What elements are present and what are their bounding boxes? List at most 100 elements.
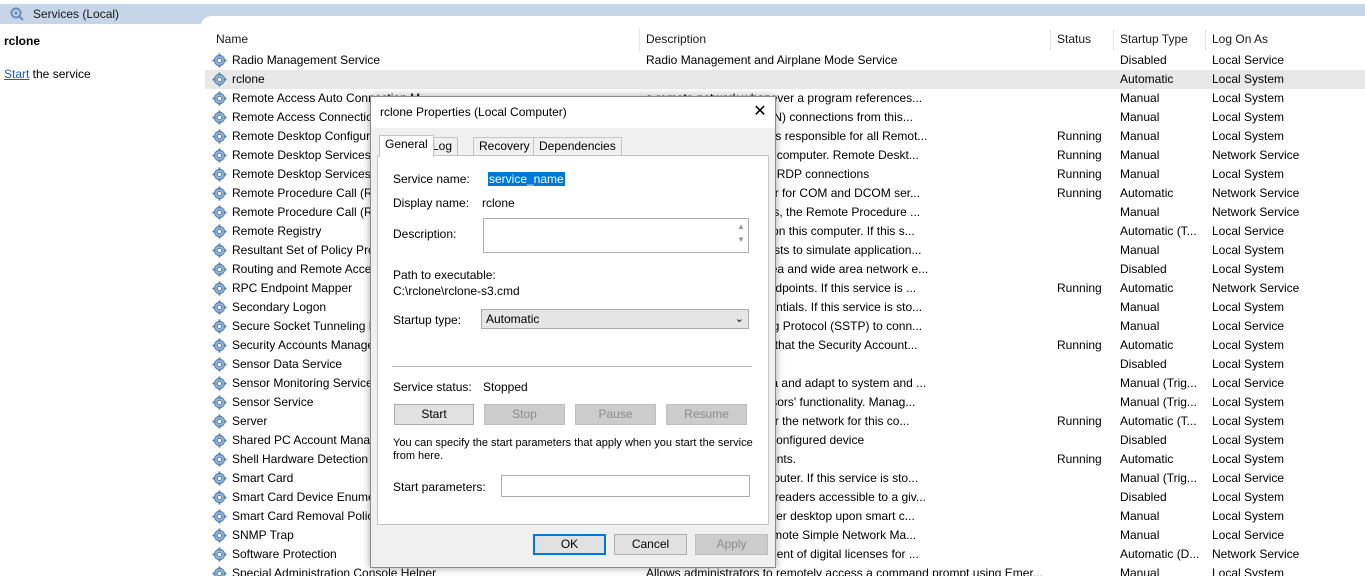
ok-button[interactable]: OK xyxy=(533,534,606,555)
service-status-cell xyxy=(1057,374,1117,393)
service-status-cell xyxy=(1057,260,1117,279)
service-name-label: Service name: xyxy=(393,172,470,186)
service-name-text: Sensor Service xyxy=(232,395,314,409)
service-log-on-as-cell: Network Service xyxy=(1212,205,1300,219)
service-startup-type-cell: Manual xyxy=(1120,148,1160,162)
service-name-text: Software Protection xyxy=(232,547,337,561)
pause-button[interactable]: Pause xyxy=(575,404,656,425)
service-status-cell xyxy=(1057,70,1117,89)
tab-recovery[interactable]: Recovery xyxy=(473,137,536,156)
start-button[interactable]: Start xyxy=(394,404,474,425)
column-header-status[interactable]: Status xyxy=(1051,29,1114,51)
service-name-text: Secure Socket Tunneling P xyxy=(232,319,377,333)
service-name-text: Resultant Set of Policy Pro xyxy=(232,243,375,257)
start-service-link[interactable]: Start xyxy=(4,67,29,81)
service-status-cell xyxy=(1057,222,1117,241)
service-log-on-as-cell: Local System xyxy=(1212,72,1285,86)
display-name-value[interactable]: rclone xyxy=(482,196,515,210)
service-gear-icon xyxy=(212,72,227,87)
list-header: ^ Name Description Status Startup Type L… xyxy=(205,29,1365,51)
cancel-button[interactable]: Cancel xyxy=(614,534,687,555)
service-gear-icon xyxy=(212,414,227,429)
service-row[interactable]: rclone Automatic Local System xyxy=(205,70,1365,89)
service-action: Start the service xyxy=(4,67,91,81)
service-startup-type-cell: Automatic xyxy=(1120,72,1174,86)
dialog-titlebar: rclone Properties (Local Computer) ✕ xyxy=(371,97,775,128)
column-header-description[interactable]: Description xyxy=(640,29,1051,51)
start-service-suffix: the service xyxy=(29,67,91,81)
service-startup-type-cell: Manual (Trig... xyxy=(1120,376,1197,390)
service-name-text: Remote Desktop Services U xyxy=(232,167,383,181)
service-log-on-as-cell: Local System xyxy=(1212,395,1285,409)
column-header-log-on-as[interactable]: Log On As xyxy=(1206,29,1365,51)
service-name-text: Secondary Logon xyxy=(232,300,327,314)
service-startup-type-cell: Manual xyxy=(1120,205,1160,219)
chevron-down-icon: ⌄ xyxy=(734,313,744,325)
service-gear-icon xyxy=(212,224,227,239)
service-name-text: Smart Card xyxy=(232,471,294,485)
service-gear-icon xyxy=(212,205,227,220)
service-gear-icon xyxy=(212,262,227,277)
service-startup-type-cell: Manual xyxy=(1120,243,1160,257)
service-gear-icon xyxy=(212,338,227,353)
path-value[interactable]: C:\rclone\rclone-s3.cmd xyxy=(393,284,520,298)
service-startup-type-cell: Disabled xyxy=(1120,262,1167,276)
service-log-on-as-cell: Local Service xyxy=(1212,224,1285,238)
service-status-cell xyxy=(1057,545,1117,564)
service-status-cell xyxy=(1057,317,1117,336)
service-log-on-as-cell: Local Service xyxy=(1212,528,1285,542)
service-gear-icon xyxy=(212,509,227,524)
service-log-on-as-cell: Local System xyxy=(1212,338,1285,352)
service-log-on-as-cell: Network Service xyxy=(1212,547,1300,561)
service-name-text: Remote Procedure Call (RP xyxy=(232,186,381,200)
service-startup-type-cell: Disabled xyxy=(1120,357,1167,371)
service-status-cell xyxy=(1057,469,1117,488)
service-name-cell: Radio Management Service xyxy=(212,51,637,70)
service-log-on-as-cell: Local Service xyxy=(1212,376,1285,390)
service-startup-type-cell: Automatic xyxy=(1120,281,1174,295)
service-description-cell: Radio Management and Airplane Mode Servi… xyxy=(646,53,898,67)
column-header-name[interactable]: Name xyxy=(210,29,640,51)
service-log-on-as-cell: Local System xyxy=(1212,357,1285,371)
service-log-on-as-cell: Local Service xyxy=(1212,471,1285,485)
selected-service-title: rclone xyxy=(4,34,41,48)
service-name-text: Routing and Remote Acce xyxy=(232,262,372,276)
resume-button[interactable]: Resume xyxy=(666,404,747,425)
start-parameters-input[interactable] xyxy=(501,475,750,497)
service-name-value[interactable]: service_name xyxy=(488,172,565,186)
apply-button[interactable]: Apply xyxy=(695,534,768,555)
tab-dependencies[interactable]: Dependencies xyxy=(533,137,622,156)
service-name-text: Server xyxy=(232,414,268,428)
service-gear-icon xyxy=(212,53,227,68)
service-name-text: Sensor Data Service xyxy=(232,357,343,371)
service-startup-type-cell: Automatic xyxy=(1120,338,1174,352)
service-startup-type-cell: Disabled xyxy=(1120,490,1167,504)
tab-general[interactable]: General xyxy=(379,135,434,157)
service-status-cell xyxy=(1057,488,1117,507)
service-status-value: Stopped xyxy=(483,380,528,394)
service-gear-icon xyxy=(212,129,227,144)
service-startup-type-cell: Automatic (T... xyxy=(1120,414,1197,428)
service-log-on-as-cell: Local Service xyxy=(1212,319,1285,333)
close-icon[interactable]: ✕ xyxy=(747,101,773,123)
console-banner: Services (Local) xyxy=(0,0,1365,29)
service-row[interactable]: Radio Management Service Radio Management… xyxy=(205,51,1365,70)
description-scrollbar[interactable]: ▲ ▼ xyxy=(735,220,747,252)
service-gear-icon xyxy=(212,452,227,467)
description-label: Description: xyxy=(393,227,457,241)
service-gear-icon xyxy=(212,528,227,543)
service-name-text: Shell Hardware Detection xyxy=(232,452,369,466)
service-startup-type-cell: Automatic xyxy=(1120,452,1174,466)
service-log-on-as-cell: Network Service xyxy=(1212,148,1300,162)
service-log-on-as-cell: Network Service xyxy=(1212,281,1300,295)
description-textbox[interactable]: ▲ ▼ xyxy=(483,218,749,253)
service-name-text: SNMP Trap xyxy=(232,528,294,542)
stop-button[interactable]: Stop xyxy=(484,404,565,425)
services-gear-icon xyxy=(10,7,24,21)
service-status-cell xyxy=(1057,203,1117,222)
startup-type-select[interactable]: Automatic ⌄ xyxy=(481,309,749,329)
service-status-cell xyxy=(1057,431,1117,450)
service-gear-icon xyxy=(212,186,227,201)
column-header-startup-type[interactable]: Startup Type xyxy=(1114,29,1206,51)
service-status-cell: Running xyxy=(1057,148,1102,162)
